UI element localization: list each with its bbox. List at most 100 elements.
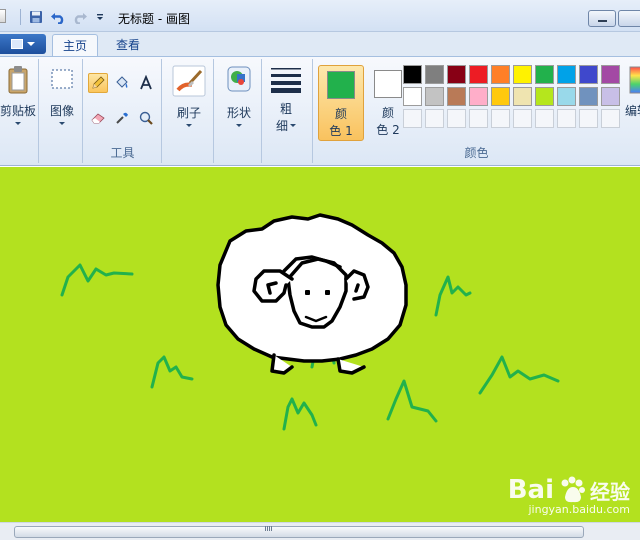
canvas-drawing bbox=[60, 213, 560, 431]
maximize-button[interactable] bbox=[618, 10, 640, 27]
grass-tuft bbox=[150, 355, 194, 389]
scrollbar-thumb[interactable] bbox=[14, 526, 584, 538]
palette-empty-swatch[interactable] bbox=[447, 109, 466, 128]
size-button[interactable]: 粗 细 bbox=[266, 65, 306, 134]
undo-icon[interactable] bbox=[50, 9, 66, 25]
palette-color-swatch[interactable] bbox=[513, 87, 532, 106]
palette-empty-swatch[interactable] bbox=[425, 109, 444, 128]
fill-bucket-icon bbox=[116, 76, 128, 88]
palette-empty-swatch[interactable] bbox=[601, 109, 620, 128]
clipboard-icon bbox=[0, 65, 36, 98]
chevron-down-icon bbox=[186, 124, 192, 127]
image-label: 图像 bbox=[49, 104, 74, 118]
edit-colors-label: 编辑 bbox=[625, 104, 640, 118]
palette-color-swatch[interactable] bbox=[491, 65, 510, 84]
tab-view[interactable]: 查看 bbox=[106, 34, 150, 58]
save-icon[interactable] bbox=[28, 9, 44, 25]
eraser-tool-button[interactable] bbox=[88, 108, 108, 128]
palette-empty-swatch[interactable] bbox=[579, 109, 598, 128]
quick-access-separator bbox=[20, 9, 21, 25]
image-button[interactable]: 图像 bbox=[43, 65, 81, 125]
baidu-watermark: Bai 经验 jingyan.baidu.com bbox=[508, 475, 630, 516]
text-icon bbox=[140, 75, 152, 90]
ribbon-tab-row: 主页 查看 bbox=[0, 32, 640, 58]
palette-color-swatch[interactable] bbox=[403, 87, 422, 106]
grass-tuft bbox=[60, 263, 134, 297]
palette-color-swatch[interactable] bbox=[557, 87, 576, 106]
menu-icon bbox=[11, 39, 23, 49]
size-label-line1: 粗 bbox=[279, 102, 292, 116]
minimize-button[interactable] bbox=[588, 10, 616, 27]
pencil-icon bbox=[92, 76, 105, 89]
palette-empty-swatch[interactable] bbox=[557, 109, 576, 128]
palette-color-swatch[interactable] bbox=[513, 65, 532, 84]
palette-color-swatch[interactable] bbox=[535, 87, 554, 106]
grass-tuft bbox=[434, 275, 472, 317]
brushes-label: 刷子 bbox=[176, 106, 201, 120]
color1-label-line2: 色 1 bbox=[329, 124, 353, 138]
color1-button[interactable]: 颜 色 1 bbox=[318, 65, 364, 141]
brush-icon bbox=[168, 65, 210, 100]
watermark-brand-suffix: 经验 bbox=[590, 479, 630, 504]
tab-home[interactable]: 主页 bbox=[52, 34, 98, 58]
edit-colors-button[interactable]: 编辑 bbox=[625, 65, 640, 119]
palette-color-swatch[interactable] bbox=[469, 65, 488, 84]
palette-color-swatch[interactable] bbox=[447, 87, 466, 106]
chevron-down-icon bbox=[15, 122, 21, 125]
horizontal-scrollbar[interactable] bbox=[0, 522, 640, 540]
edit-colors-icon bbox=[629, 65, 640, 98]
shapes-group: 形状 bbox=[216, 59, 262, 163]
line-size-icon bbox=[266, 65, 306, 96]
colors-group: 颜 色 1 颜 色 2 编辑 颜色 bbox=[312, 59, 640, 163]
palette-color-swatch[interactable] bbox=[447, 65, 466, 84]
chevron-down-icon bbox=[236, 124, 242, 127]
shapes-label: 形状 bbox=[226, 106, 251, 120]
palette-empty-swatch[interactable] bbox=[469, 109, 488, 128]
palette-empty-swatch[interactable] bbox=[513, 109, 532, 128]
palette-empty-swatch[interactable] bbox=[491, 109, 510, 128]
color2-swatch bbox=[374, 70, 402, 98]
palette-empty-swatch[interactable] bbox=[403, 109, 422, 128]
palette-color-swatch[interactable] bbox=[469, 87, 488, 106]
magnifier-icon bbox=[139, 111, 153, 125]
paint-menu-button[interactable] bbox=[0, 34, 46, 54]
customize-dropdown-icon[interactable] bbox=[92, 9, 108, 25]
shapes-icon bbox=[218, 65, 260, 100]
palette-color-swatch[interactable] bbox=[403, 65, 422, 84]
title-bar: 无标题 - 画图 bbox=[0, 0, 640, 32]
palette-color-swatch[interactable] bbox=[601, 87, 620, 106]
clipboard-button[interactable]: 剪贴板 bbox=[0, 65, 36, 125]
tools-group-label: 工具 bbox=[110, 146, 135, 160]
grass-tuft bbox=[282, 397, 318, 431]
clipboard-group: 剪贴板 bbox=[0, 59, 39, 163]
magnifier-tool-button[interactable] bbox=[136, 108, 156, 128]
sheep-drawing bbox=[216, 213, 408, 375]
paint-app-icon[interactable] bbox=[0, 9, 6, 23]
grass-tuft bbox=[478, 355, 560, 395]
color-picker-tool-button[interactable] bbox=[112, 108, 132, 128]
palette-color-swatch[interactable] bbox=[579, 65, 598, 84]
palette-color-swatch[interactable] bbox=[579, 87, 598, 106]
colors-group-label: 颜色 bbox=[464, 146, 489, 160]
image-group: 图像 bbox=[41, 59, 83, 163]
chevron-down-icon bbox=[59, 122, 65, 125]
palette-color-swatch[interactable] bbox=[557, 65, 576, 84]
palette-empty-swatch[interactable] bbox=[535, 109, 554, 128]
palette-color-swatch[interactable] bbox=[601, 65, 620, 84]
text-tool-button[interactable] bbox=[136, 73, 156, 93]
brushes-button[interactable]: 刷子 bbox=[168, 65, 210, 127]
palette-color-swatch[interactable] bbox=[491, 87, 510, 106]
watermark-brand-prefix: Bai bbox=[507, 475, 554, 505]
size-label-line2: 细 bbox=[275, 119, 288, 133]
eyedropper-icon bbox=[116, 112, 128, 124]
color1-label-line1: 颜 bbox=[334, 107, 347, 121]
fill-tool-button[interactable] bbox=[112, 73, 132, 93]
drawing-canvas[interactable]: Bai 经验 jingyan.baidu.com bbox=[0, 167, 640, 522]
palette-color-swatch[interactable] bbox=[425, 87, 444, 106]
palette-color-swatch[interactable] bbox=[535, 65, 554, 84]
redo-icon[interactable] bbox=[72, 9, 88, 25]
pencil-tool-button[interactable] bbox=[88, 73, 108, 93]
shapes-button[interactable]: 形状 bbox=[218, 65, 260, 127]
palette-color-swatch[interactable] bbox=[425, 65, 444, 84]
chevron-down-icon bbox=[27, 42, 35, 46]
